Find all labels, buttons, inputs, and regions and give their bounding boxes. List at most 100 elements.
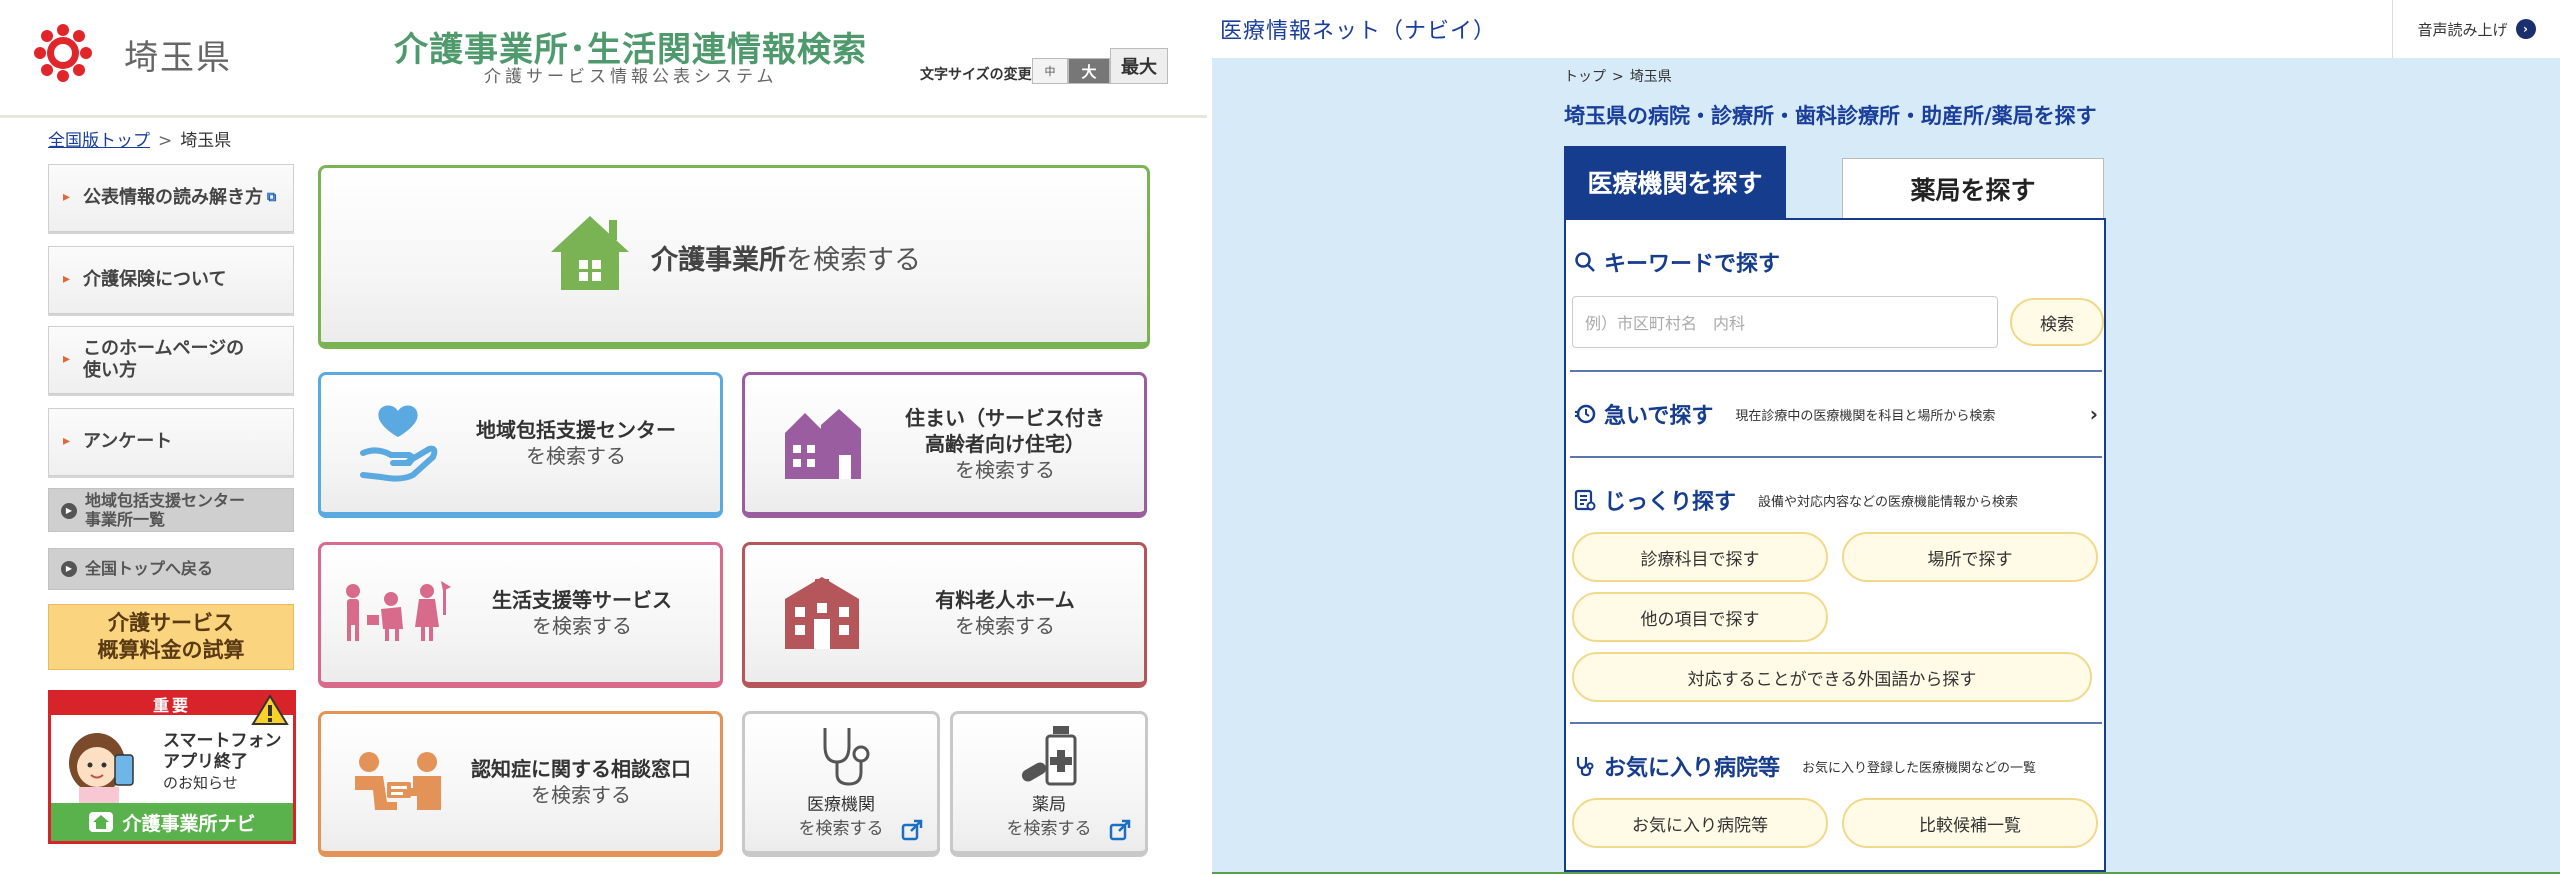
favorite-description: お気に入り登録した医療機関などの一覧	[1802, 760, 2037, 776]
read-guide-button[interactable]: 公表情報の読み解き方 ⧉	[48, 164, 294, 232]
apartment-icon	[785, 409, 861, 479]
read-guide-label: 公表情報の読み解き方	[83, 186, 263, 208]
navi-breadcrumb-separator: >	[1612, 69, 1624, 85]
keyword-section-title: キーワードで探す	[1574, 246, 1780, 278]
voice-readout-label: 音声読み上げ	[2417, 20, 2508, 39]
urgent-search-link[interactable]: 急いで探す 現在診療中の医療機関を科目と場所から検索 ›	[1574, 398, 2104, 430]
font-size-max-button[interactable]: 最大	[1110, 48, 1168, 84]
search-by-department-button[interactable]: 診療科目で探す	[1572, 532, 1828, 582]
search-icon	[1575, 252, 1595, 272]
chevron-right-circle-icon: ›	[2515, 19, 2536, 39]
life-support-people-icon	[346, 581, 451, 641]
house-icon	[551, 216, 629, 290]
tab-medical-institution[interactable]: 医療機関を探す	[1564, 146, 1786, 218]
keyword-title: キーワードで探す	[1604, 252, 1781, 277]
divider	[1570, 722, 2102, 724]
tile-pharmacy-label: 薬局	[1032, 795, 1066, 815]
tile-life-suffix: を検索する	[532, 614, 632, 638]
survey-button[interactable]: アンケート	[48, 408, 294, 476]
voice-readout-button[interactable]: 音声読み上げ ›	[2392, 0, 2560, 58]
detail-description: 設備や対応内容などの医療機能情報から検索	[1758, 494, 2019, 510]
tile-main-rest: を検索する	[786, 245, 921, 276]
fee-calc-label-2: 概算料金の試算	[97, 638, 245, 662]
iryo-navi-page: 医療情報ネット（ナビイ） 音声読み上げ › トップ > 埼玉県 埼玉県の病院・診療所…	[1212, 0, 2560, 874]
app-end-notice-banner[interactable]: 重要 スマートフォン アプリ終了 のお知らせ 介護事業所ナビ	[48, 690, 296, 844]
notice-line-1: スマートフォン	[163, 731, 282, 751]
font-size-label: 文字サイズの変更	[920, 67, 1032, 83]
fee-calc-button[interactable]: 介護サービス 概算料金の試算	[48, 604, 294, 670]
tile-dementia-suffix: を検索する	[531, 783, 631, 807]
app-house-icon	[89, 812, 114, 832]
search-by-language-button[interactable]: 対応することができる外国語から探す	[1572, 652, 2092, 702]
search-life-support-tile[interactable]: 生活支援等サービス を検索する	[318, 542, 723, 688]
survey-label: アンケート	[83, 430, 173, 452]
font-size-large-button[interactable]: 大	[1068, 58, 1110, 84]
external-link-icon: ⧉	[267, 189, 277, 205]
tile-center-label: 地域包括支援センター	[476, 418, 676, 442]
site-subtitle: 介護サービス情報公表システム	[484, 67, 778, 87]
divider	[1570, 456, 2102, 458]
notice-app-name: 介護事業所ナビ	[51, 803, 293, 841]
navi-site-title[interactable]: 医療情報ネット（ナビイ）	[1220, 13, 1496, 45]
search-pharmacy-tile[interactable]: 薬局 を検索する	[950, 711, 1148, 857]
search-dementia-consult-tile[interactable]: 認知症に関する相談窓口 を検索する	[318, 711, 723, 857]
font-size-medium-button[interactable]: 中	[1032, 58, 1068, 84]
center-list-label-1: 地域包括支援センター	[85, 490, 246, 510]
insurance-label: 介護保険について	[83, 268, 227, 290]
favorite-section-title: お気に入り病院等 お気に入り登録した医療機関などの一覧	[1574, 750, 2036, 782]
search-by-place-button[interactable]: 場所で探す	[1842, 532, 2098, 582]
nurse-illustration-icon	[69, 733, 134, 803]
stethoscope-icon	[1576, 757, 1594, 777]
search-by-other-button[interactable]: 他の項目で探す	[1572, 592, 1828, 642]
external-link-icon	[901, 819, 923, 841]
back-to-top-button[interactable]: ▶ 全国トップへ戻る	[48, 548, 294, 590]
kaigo-page: 埼玉県 介護事業所･生活関連情報検索 介護サービス情報公表システム 文字サイズの…	[0, 0, 1207, 874]
breadcrumb-top-link[interactable]: 全国版トップ	[48, 131, 150, 151]
saitama-logo-icon	[34, 24, 92, 82]
compare-list-button[interactable]: 比較候補一覧	[1842, 798, 2098, 848]
navi-header: 医療情報ネット（ナビイ） 音声読み上げ ›	[1212, 0, 2560, 58]
favorite-title: お気に入り病院等	[1604, 756, 1781, 781]
howto-label-2: 使い方	[83, 360, 137, 381]
tile-hospital-label: 医療機関	[807, 795, 875, 815]
tile-life-label: 生活支援等サービス	[492, 588, 672, 612]
arrow-circle-icon: ▶	[61, 561, 77, 577]
detail-title: じっくり探す	[1604, 490, 1737, 515]
search-support-center-tile[interactable]: 地域包括支援センター を検索する	[318, 372, 723, 518]
search-housing-tile[interactable]: 住まい（サービス付き 高齢者向け住宅） を検索する	[742, 372, 1147, 518]
navi-breadcrumb-current: 埼玉県	[1629, 69, 1672, 85]
search-hospital-tile[interactable]: 医療機関 を検索する	[742, 711, 940, 857]
keyword-input[interactable]: 例）市区町村名 内科	[1572, 296, 1998, 348]
clock-icon	[1575, 404, 1596, 424]
howto-button[interactable]: このホームページの 使い方	[48, 326, 294, 394]
notice-line-2: アプリ終了	[163, 752, 248, 773]
detail-section-title: じっくり探す 設備や対応内容などの医療機能情報から検索	[1574, 484, 2018, 516]
navi-page-heading: 埼玉県の病院・診療所・歯科診療所・助産所/薬局を探す	[1564, 104, 2097, 128]
medicine-icon	[1021, 726, 1077, 786]
urgent-title: 急いで探す	[1604, 404, 1714, 429]
fee-calc-label-1: 介護サービス	[108, 610, 234, 635]
breadcrumb: 全国版トップ > 埼玉県	[48, 126, 231, 151]
search-care-facility-tile[interactable]: 介護事業所を検索する	[318, 165, 1150, 349]
center-list-button[interactable]: ▶ 地域包括支援センター 事業所一覧	[48, 488, 294, 532]
tab-pharmacy[interactable]: 薬局を探す	[1842, 158, 2104, 218]
favorite-hospitals-button[interactable]: お気に入り病院等	[1572, 798, 1828, 848]
tile-dementia-label: 認知症に関する相談窓口	[471, 757, 691, 781]
kaigo-header: 埼玉県 介護事業所･生活関連情報検索 介護サービス情報公表システム 文字サイズの…	[0, 0, 1207, 118]
navi-breadcrumb-top[interactable]: トップ	[1564, 69, 1606, 85]
howto-label-1: このホームページの	[83, 337, 245, 359]
breadcrumb-current: 埼玉県	[180, 131, 232, 151]
notice-line-3: のお知らせ	[163, 773, 238, 792]
insurance-button[interactable]: 介護保険について	[48, 246, 294, 314]
search-nursing-home-tile[interactable]: 有料老人ホーム を検索する	[742, 542, 1147, 688]
chevron-right-icon: ›	[2089, 402, 2098, 426]
tile-housing-suffix: を検索する	[955, 458, 1055, 482]
back-to-top-label: 全国トップへ戻る	[85, 559, 214, 579]
stethoscope-icon	[823, 728, 870, 786]
keyword-search-button[interactable]: 検索	[2010, 298, 2104, 346]
hand-heart-icon	[360, 405, 438, 482]
checklist-icon	[1574, 489, 1596, 511]
tile-home-label: 有料老人ホーム	[935, 588, 1075, 612]
urgent-description: 現在診療中の医療機関を科目と場所から検索	[1735, 408, 1996, 424]
navi-breadcrumb: トップ > 埼玉県	[1564, 66, 1672, 86]
